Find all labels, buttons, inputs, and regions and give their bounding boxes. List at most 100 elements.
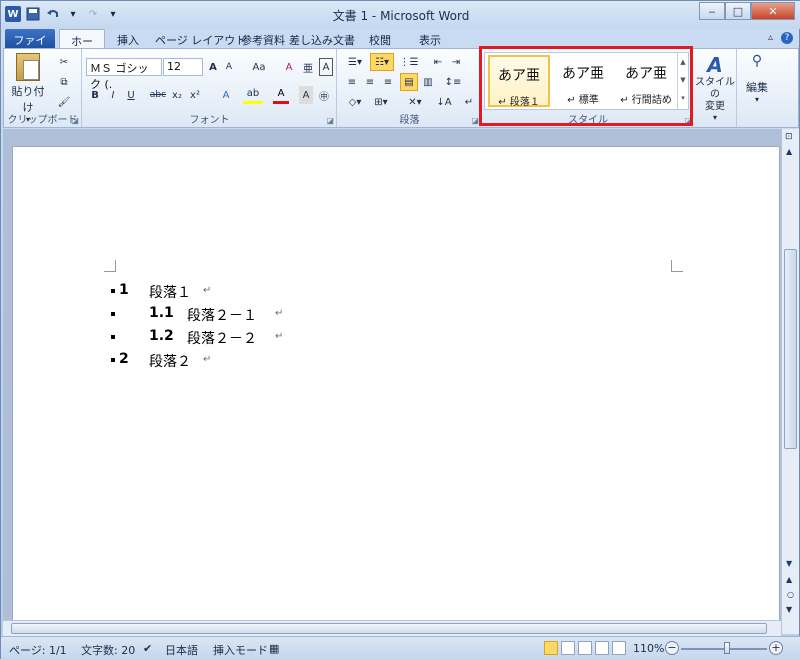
shading-icon[interactable]: ◇▾ — [344, 93, 366, 111]
char-shading-icon[interactable]: A — [299, 86, 313, 104]
change-case-button[interactable]: Aa — [249, 58, 269, 76]
tab-right-controls: ▵ ? — [768, 32, 793, 44]
document-area: 1 段落１ ↵ 1.1 段落２－１ ↵ 1.2 段落２－２ ↵ 2 段落２ ↵ — [3, 129, 781, 646]
word-count[interactable]: 文字数: 20 — [81, 642, 135, 658]
format-painter-icon[interactable]: 🖌 — [54, 93, 74, 111]
print-layout-view-icon[interactable] — [544, 641, 558, 655]
help-icon[interactable]: ? — [781, 32, 793, 44]
font-launcher-icon[interactable]: ◪ — [326, 116, 334, 125]
scroll-up-icon[interactable]: ▲ — [786, 147, 792, 156]
minimize-button[interactable]: ‒ — [699, 2, 725, 20]
paste-icon — [16, 53, 40, 81]
clipboard-group-label: クリップボード — [7, 115, 78, 126]
clear-format-button[interactable]: A — [281, 58, 297, 76]
tab-mailings[interactable]: 差し込み文書 — [281, 29, 363, 49]
change-styles-button[interactable]: A スタイルの 変更 ▾ — [693, 53, 737, 122]
close-button[interactable]: ✕ — [751, 2, 795, 20]
vertical-scrollbar[interactable]: ⊡ ▲ ▼ ▲ ○ ▼ — [781, 129, 799, 634]
next-page-icon[interactable]: ▼ — [786, 605, 792, 614]
font-color-button[interactable]: A — [273, 86, 289, 104]
minimize-ribbon-icon[interactable]: ▵ — [768, 32, 773, 44]
multilevel-list-icon[interactable]: ⋮☰ — [398, 53, 420, 71]
grow-font-button[interactable]: A — [205, 58, 221, 76]
decrease-indent-icon[interactable]: ⇤ — [430, 53, 446, 71]
justify-icon[interactable]: ▤ — [400, 73, 418, 91]
superscript-button[interactable]: x² — [187, 86, 203, 104]
binoculars-icon: ⚲ — [751, 53, 763, 69]
align-left-icon[interactable]: ≡ — [344, 73, 360, 91]
vertical-scroll-thumb[interactable] — [784, 249, 797, 449]
proofing-icon[interactable]: ✔ — [143, 642, 152, 655]
full-screen-view-icon[interactable] — [561, 641, 575, 655]
ruler-toggle-icon[interactable]: ⊡ — [785, 132, 793, 142]
prev-page-icon[interactable]: ▲ — [786, 575, 792, 584]
horizontal-scroll-thumb[interactable] — [11, 623, 767, 634]
highlight-button[interactable]: ab — [243, 86, 263, 104]
window-controls: ‒ □ ✕ — [699, 2, 795, 20]
char-border-icon[interactable]: A — [319, 58, 333, 76]
font-group-label: フォント — [189, 115, 230, 126]
outline-view-icon[interactable] — [595, 641, 609, 655]
page-count[interactable]: ページ: 1/1 — [9, 642, 67, 658]
language-indicator[interactable]: 日本語 — [165, 642, 198, 658]
tab-insert[interactable]: 挿入 — [109, 29, 147, 49]
strikethrough-button[interactable]: abc — [149, 86, 167, 104]
font-name-combo[interactable]: ＭＳ ゴシック (. — [86, 58, 162, 91]
tab-review[interactable]: 校閲 — [361, 29, 399, 49]
italic-button[interactable]: I — [105, 86, 121, 104]
zoom-level[interactable]: 110% — [633, 642, 664, 655]
font-size-combo[interactable]: 12 — [163, 58, 203, 76]
word-window: W ▾ ↷ ▾ 文書 1 - Microsoft Word ‒ □ ✕ ファイル… — [0, 0, 800, 660]
numbering-icon[interactable]: ☷▾ — [370, 53, 394, 71]
copy-icon[interactable]: ⧉ — [54, 73, 74, 91]
show-marks-icon[interactable]: ↵ — [462, 93, 476, 111]
draft-view-icon[interactable] — [612, 641, 626, 655]
tab-home[interactable]: ホーム — [59, 29, 105, 64]
status-bar: ページ: 1/1 文字数: 20 ✔ 日本語 挿入モード ▦ 110% − + — [1, 636, 800, 660]
paragraph-group: ☰▾ ☷▾ ⋮☰ ⇤ ⇥ ≡ ≡ ≡ ▤ ▥ ↕≡ ◇▾ ⊞▾ ✕▾ ↓A ↵ … — [338, 49, 482, 127]
borders-icon[interactable]: ⊞▾ — [370, 93, 392, 111]
text-effects-icon[interactable]: A — [217, 86, 235, 104]
line-spacing-icon[interactable]: ↕≡ — [442, 73, 464, 91]
zoom-out-button[interactable]: − — [665, 641, 679, 655]
horizontal-scrollbar[interactable] — [3, 620, 781, 636]
asian-layout-icon[interactable]: ✕▾ — [404, 93, 426, 111]
bold-button[interactable]: B — [87, 86, 103, 104]
editing-button[interactable]: ⚲ 編集 ▾ — [738, 53, 776, 104]
browse-object-icon[interactable]: ○ — [787, 590, 794, 599]
macro-record-icon[interactable]: ▦ — [269, 642, 279, 655]
margin-corner-left — [104, 260, 116, 272]
phonetic-guide-icon[interactable]: 亜 — [301, 58, 315, 76]
document-page: 1 段落１ ↵ 1.1 段落２－１ ↵ 1.2 段落２－２ ↵ 2 段落２ ↵ — [12, 146, 780, 646]
bullets-icon[interactable]: ☰▾ — [344, 53, 366, 71]
window-title: 文書 1 - Microsoft Word — [332, 9, 470, 23]
change-styles-icon: A — [707, 53, 723, 77]
clipboard-launcher-icon[interactable]: ◪ — [71, 116, 79, 125]
paragraph-group-label: 段落 — [399, 115, 420, 126]
maximize-button[interactable]: □ — [725, 2, 751, 20]
zoom-in-button[interactable]: + — [769, 641, 783, 655]
clipboard-group: 貼り付け ▾ ✂ ⧉ 🖌 クリップボード ◪ — [4, 49, 82, 127]
sort-icon[interactable]: ↓A — [436, 93, 452, 111]
paragraph-launcher-icon[interactable]: ◪ — [471, 116, 479, 125]
highlight-box — [479, 46, 693, 126]
enclose-char-icon[interactable]: ㊥ — [317, 86, 331, 104]
font-group: ＭＳ ゴシック (. 12 A A Aa A 亜 A B I U abc x₂ … — [83, 49, 337, 127]
scroll-down-icon[interactable]: ▼ — [786, 559, 792, 568]
tab-view[interactable]: 表示 — [411, 29, 449, 49]
subscript-button[interactable]: x₂ — [169, 86, 185, 104]
distributed-icon[interactable]: ▥ — [420, 73, 436, 91]
increase-indent-icon[interactable]: ⇥ — [448, 53, 464, 71]
underline-button[interactable]: U — [123, 86, 139, 104]
align-center-icon[interactable]: ≡ — [362, 73, 378, 91]
tab-file[interactable]: ファイル — [5, 29, 55, 63]
shrink-font-button[interactable]: A — [222, 58, 236, 76]
insert-mode-indicator[interactable]: 挿入モード — [213, 642, 268, 658]
title-bar: W ▾ ↷ ▾ 文書 1 - Microsoft Word ‒ □ ✕ — [1, 1, 800, 29]
zoom-slider-knob[interactable] — [724, 642, 731, 654]
align-right-icon[interactable]: ≡ — [380, 73, 396, 91]
cut-icon[interactable]: ✂ — [54, 53, 74, 71]
editing-group: ⚲ 編集 ▾ — [738, 49, 776, 127]
web-layout-view-icon[interactable] — [578, 641, 592, 655]
margin-corner-right — [671, 260, 683, 272]
